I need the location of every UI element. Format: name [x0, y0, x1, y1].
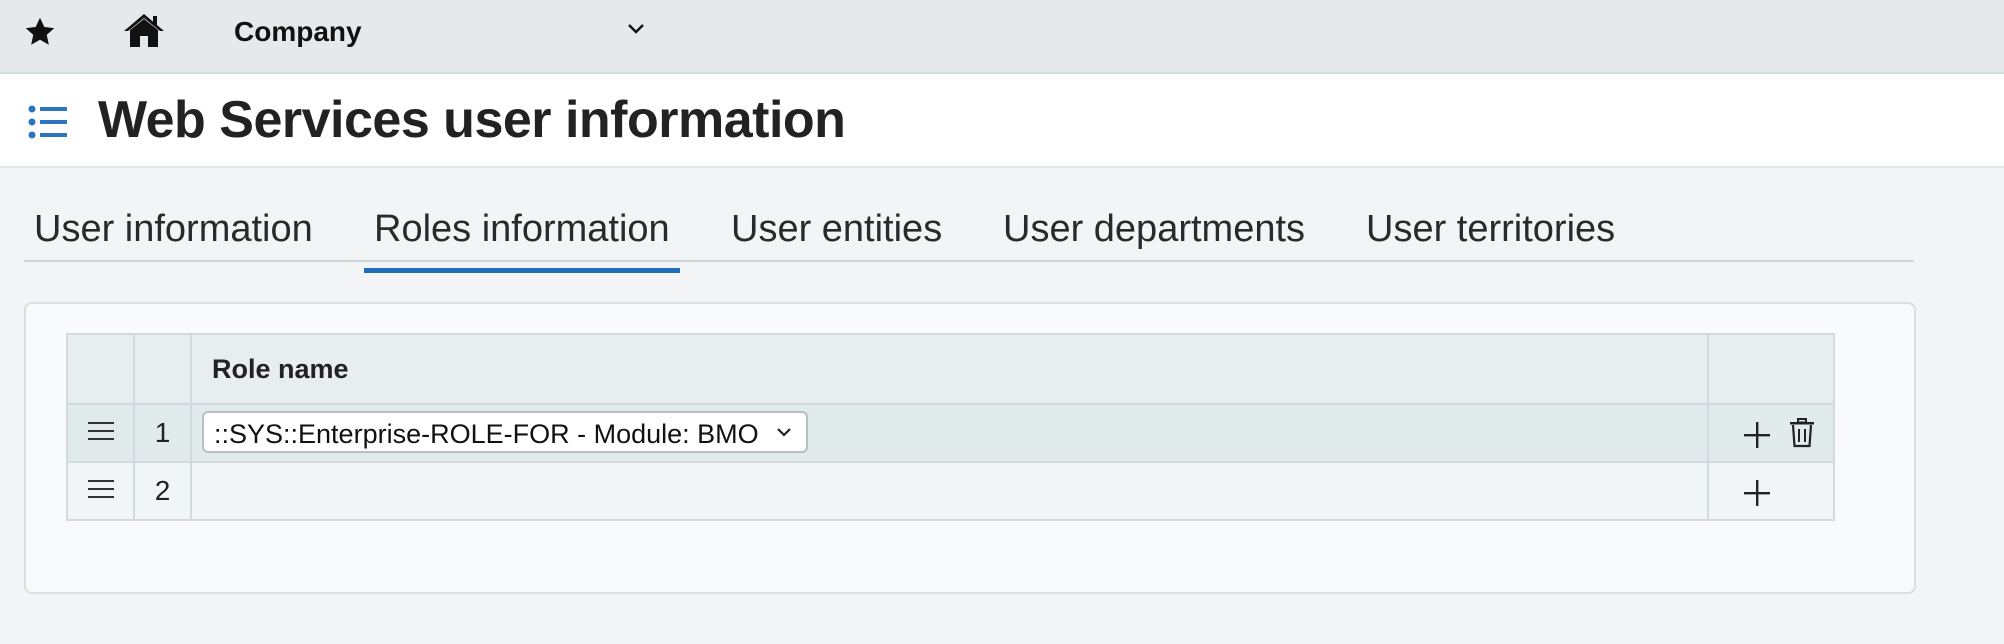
tab-user-entities[interactable]: User entities: [731, 208, 942, 251]
role-name-cell[interactable]: [190, 461, 1709, 521]
tab-user-departments[interactable]: User departments: [1003, 208, 1305, 251]
company-selector-label[interactable]: Company: [234, 16, 362, 48]
role-name-cell[interactable]: ::SYS::Enterprise-ROLE-FOR - Module: BMO…: [190, 403, 1709, 463]
tab-roles-information[interactable]: Roles information: [364, 208, 680, 273]
row-number: 2: [133, 461, 192, 521]
role-name-column-header[interactable]: Role name: [190, 333, 1709, 405]
row-number: 1: [133, 403, 192, 463]
tab-user-information[interactable]: User information: [34, 208, 313, 251]
table-header-row: Role name: [66, 333, 1835, 405]
role-name-select[interactable]: ::SYS::Enterprise-ROLE-FOR - Module: BMO…: [202, 411, 808, 453]
roles-table: Role name 1 ::SYS::Enterprise-ROLE-FOR -…: [66, 333, 1835, 521]
chevron-down-icon[interactable]: [626, 22, 646, 36]
tab-bar: User information Roles information User …: [24, 200, 1914, 273]
top-bar: Company: [0, 0, 2004, 74]
page-title: Web Services user information: [98, 91, 846, 149]
trash-icon[interactable]: [1789, 418, 1815, 448]
star-icon[interactable]: [22, 14, 58, 50]
number-column-header: [133, 333, 192, 405]
row-drag-handle[interactable]: [66, 403, 135, 463]
role-name-value: ::SYS::Enterprise-ROLE-FOR - Module: BMO…: [214, 419, 762, 449]
row-actions: [1707, 403, 1835, 463]
plus-icon[interactable]: [1743, 479, 1771, 507]
plus-icon[interactable]: [1743, 421, 1771, 449]
row-drag-handle[interactable]: [66, 461, 135, 521]
drag-handle-icon[interactable]: [86, 477, 116, 501]
list-icon[interactable]: [28, 104, 68, 140]
row-actions: [1707, 461, 1835, 521]
home-icon[interactable]: [122, 11, 166, 49]
handle-column-header: [66, 333, 135, 405]
chevron-down-icon[interactable]: [776, 427, 792, 439]
table-row[interactable]: 2: [66, 461, 1835, 521]
title-bar: Web Services user information: [0, 74, 2004, 168]
drag-handle-icon[interactable]: [86, 419, 116, 443]
actions-column-header: [1707, 333, 1835, 405]
table-row[interactable]: 1 ::SYS::Enterprise-ROLE-FOR - Module: B…: [66, 403, 1835, 463]
tab-user-territories[interactable]: User territories: [1366, 208, 1615, 251]
